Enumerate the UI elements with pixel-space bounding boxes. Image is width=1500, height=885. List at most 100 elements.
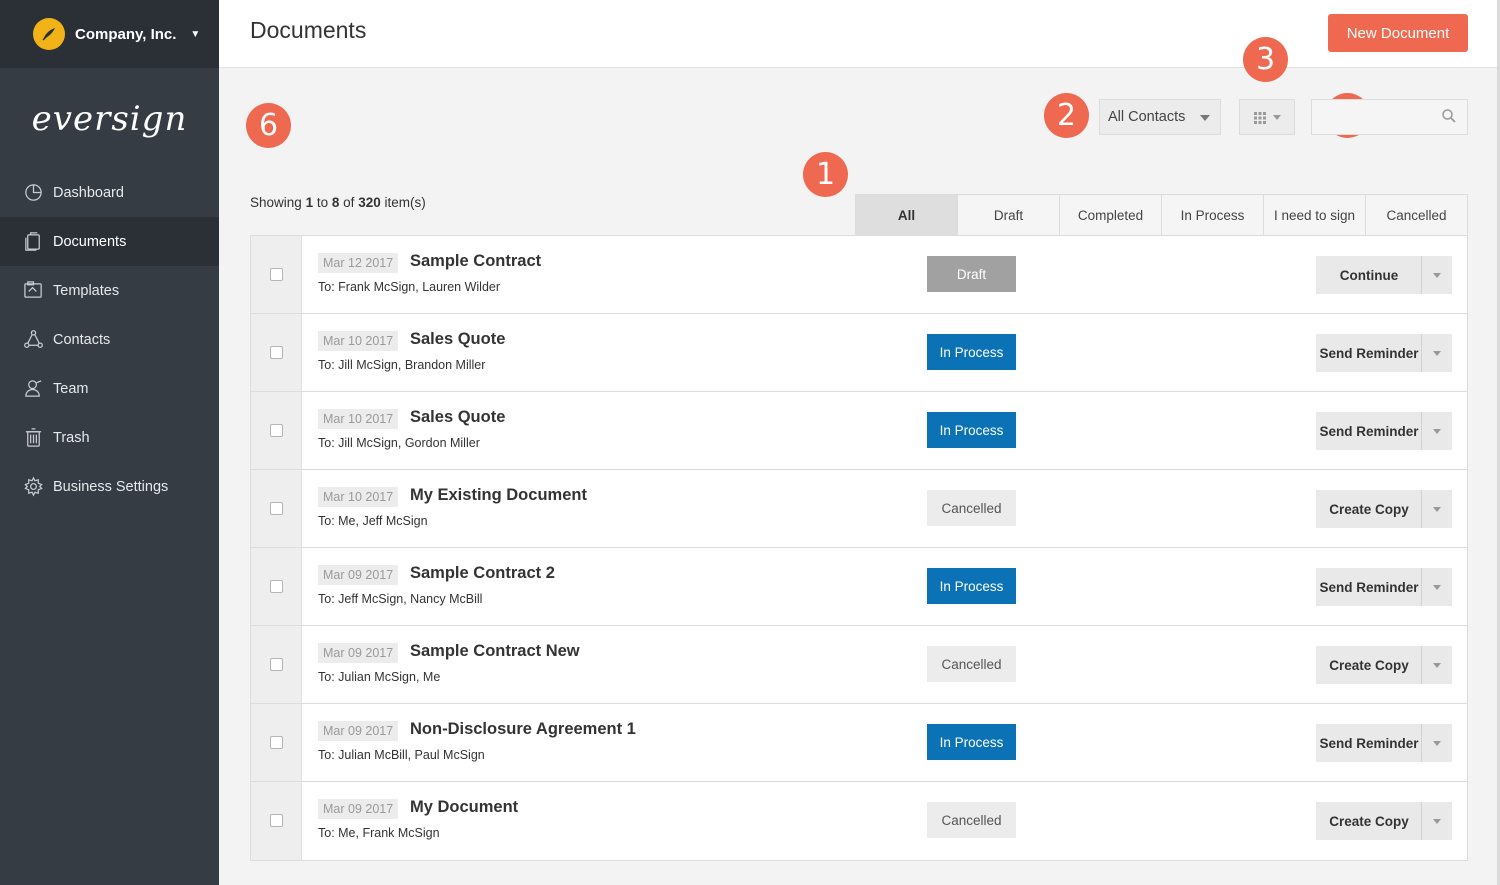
row-action-button[interactable]: Send Reminder xyxy=(1316,568,1422,606)
chevron-down-icon[interactable] xyxy=(1421,568,1452,606)
contacts-filter-select[interactable]: All Contacts xyxy=(1099,99,1221,135)
chevron-down-icon: ▼ xyxy=(190,28,201,40)
document-date: Mar 12 2017 xyxy=(318,253,399,273)
row-action-button[interactable]: Continue xyxy=(1316,256,1422,294)
sidebar-item-label: Team xyxy=(53,380,89,397)
table-row[interactable]: Mar 10 2017 Sales Quote To: Jill McSign, B… xyxy=(251,314,1467,392)
document-date: Mar 10 2017 xyxy=(318,409,399,429)
sidebar-item-documents[interactable]: Documents xyxy=(0,217,219,266)
chevron-down-icon[interactable] xyxy=(1421,724,1452,762)
tab-all[interactable]: All xyxy=(856,195,958,235)
contacts-icon xyxy=(22,329,44,351)
templates-icon xyxy=(22,280,44,302)
tab-cancelled[interactable]: Cancelled xyxy=(1366,195,1467,235)
document-title[interactable]: Sales Quote xyxy=(410,330,505,349)
row-checkbox[interactable] xyxy=(270,658,283,671)
documents-icon xyxy=(22,231,44,253)
table-row[interactable]: Mar 10 2017 Sales Quote To: Jill McSign, G… xyxy=(251,392,1467,470)
table-row[interactable]: Mar 10 2017 My Existing Document To: Me, J… xyxy=(251,470,1467,548)
table-row[interactable]: Mar 12 2017 Sample Contract To: Frank McSi… xyxy=(251,236,1467,314)
status-tabs: All Draft Completed In Process I need to sig… xyxy=(855,194,1468,236)
status-badge: In Process xyxy=(927,724,1016,760)
row-action-button[interactable]: Create Copy xyxy=(1316,802,1422,840)
chevron-down-icon xyxy=(1200,115,1210,121)
chevron-down-icon[interactable] xyxy=(1421,334,1452,372)
status-badge: In Process xyxy=(927,334,1016,370)
trash-icon xyxy=(22,427,44,449)
sidebar-item-business-settings[interactable]: Business Settings xyxy=(0,462,219,511)
chevron-down-icon[interactable] xyxy=(1421,490,1452,528)
sidebar-item-label: Documents xyxy=(53,233,127,250)
document-date: Mar 09 2017 xyxy=(318,565,399,585)
tab-i-need-to-sign[interactable]: I need to sign xyxy=(1264,195,1366,235)
sidebar-item-trash[interactable]: Trash xyxy=(0,413,219,462)
sidebar-item-label: Templates xyxy=(53,282,120,299)
brand-logo: eversign xyxy=(31,99,188,139)
chevron-down-icon[interactable] xyxy=(1421,646,1452,684)
document-date: Mar 09 2017 xyxy=(318,721,399,741)
status-badge: Cancelled xyxy=(927,646,1016,682)
sidebar-item-team[interactable]: Team xyxy=(0,364,219,413)
row-checkbox-cell xyxy=(251,236,302,313)
company-switcher[interactable]: Company, Inc. ▼ xyxy=(0,0,219,68)
document-title[interactable]: Sales Quote xyxy=(410,408,505,427)
document-title[interactable]: My Existing Document xyxy=(410,486,587,505)
page-header: Documents New Document xyxy=(219,0,1500,68)
chevron-down-icon[interactable] xyxy=(1421,256,1452,294)
document-date: Mar 09 2017 xyxy=(318,799,399,819)
new-document-button[interactable]: New Document xyxy=(1328,14,1468,52)
document-recipients: To: Jill McSign, Brandon Miller xyxy=(318,358,486,372)
sidebar-item-contacts[interactable]: Contacts xyxy=(0,315,219,364)
annotation-marker-1: 1 xyxy=(803,152,848,197)
annotation-marker-2: 2 xyxy=(1044,93,1089,138)
row-checkbox[interactable] xyxy=(270,736,283,749)
tab-completed[interactable]: Completed xyxy=(1060,195,1162,235)
table-row[interactable]: Mar 09 2017 My Document To: Me, Frank McSi… xyxy=(251,782,1467,860)
row-action-button[interactable]: Create Copy xyxy=(1316,646,1422,684)
table-row[interactable]: Mar 09 2017 Sample Contract New To: Julian… xyxy=(251,626,1467,704)
row-checkbox[interactable] xyxy=(270,268,283,281)
contacts-filter-value: All Contacts xyxy=(1108,109,1186,125)
document-date: Mar 10 2017 xyxy=(318,331,399,351)
document-title[interactable]: Sample Contract 2 xyxy=(410,564,555,583)
row-checkbox[interactable] xyxy=(270,502,283,515)
dashboard-icon xyxy=(22,182,44,204)
document-recipients: To: Me, Frank McSign xyxy=(318,826,440,840)
search-icon[interactable] xyxy=(1441,108,1457,124)
row-action-button[interactable]: Send Reminder xyxy=(1316,724,1422,762)
sidebar-item-label: Business Settings xyxy=(53,478,169,495)
row-checkbox-cell xyxy=(251,782,302,860)
row-checkbox[interactable] xyxy=(270,424,283,437)
tab-draft[interactable]: Draft xyxy=(958,195,1060,235)
row-checkbox[interactable] xyxy=(270,346,283,359)
row-checkbox-cell xyxy=(251,392,302,469)
chevron-down-icon[interactable] xyxy=(1421,412,1452,450)
document-title[interactable]: Non-Disclosure Agreement 1 xyxy=(410,720,636,739)
status-badge: Cancelled xyxy=(927,802,1016,838)
row-checkbox[interactable] xyxy=(270,580,283,593)
row-checkbox[interactable] xyxy=(270,814,283,827)
row-action-button[interactable]: Send Reminder xyxy=(1316,334,1422,372)
document-recipients: To: Frank McSign, Lauren Wilder xyxy=(318,280,501,294)
document-title[interactable]: Sample Contract xyxy=(410,252,541,271)
team-icon xyxy=(22,378,44,400)
tab-in-process[interactable]: In Process xyxy=(1162,195,1264,235)
row-action-button[interactable]: Send Reminder xyxy=(1316,412,1422,450)
row-checkbox-cell xyxy=(251,626,302,703)
view-mode-select[interactable] xyxy=(1239,99,1295,135)
document-date: Mar 10 2017 xyxy=(318,487,399,507)
table-row[interactable]: Mar 09 2017 Sample Contract 2 To: Jeff McS… xyxy=(251,548,1467,626)
company-logo-icon xyxy=(33,18,65,50)
item-count-label: Showing 1 to 8 of 320 item(s) xyxy=(250,195,426,210)
sidebar-item-dashboard[interactable]: Dashboard xyxy=(0,168,219,217)
row-action-button[interactable]: Create Copy xyxy=(1316,490,1422,528)
table-row[interactable]: Mar 09 2017 Non-Disclosure Agreement 1 To:… xyxy=(251,704,1467,782)
sidebar-item-templates[interactable]: Templates xyxy=(0,266,219,315)
row-checkbox-cell xyxy=(251,704,302,781)
document-title[interactable]: Sample Contract New xyxy=(410,642,580,661)
sidebar-item-label: Contacts xyxy=(53,331,111,348)
document-title[interactable]: My Document xyxy=(410,798,518,817)
gear-icon xyxy=(22,476,44,498)
document-date: Mar 09 2017 xyxy=(318,643,399,663)
chevron-down-icon[interactable] xyxy=(1421,802,1452,840)
